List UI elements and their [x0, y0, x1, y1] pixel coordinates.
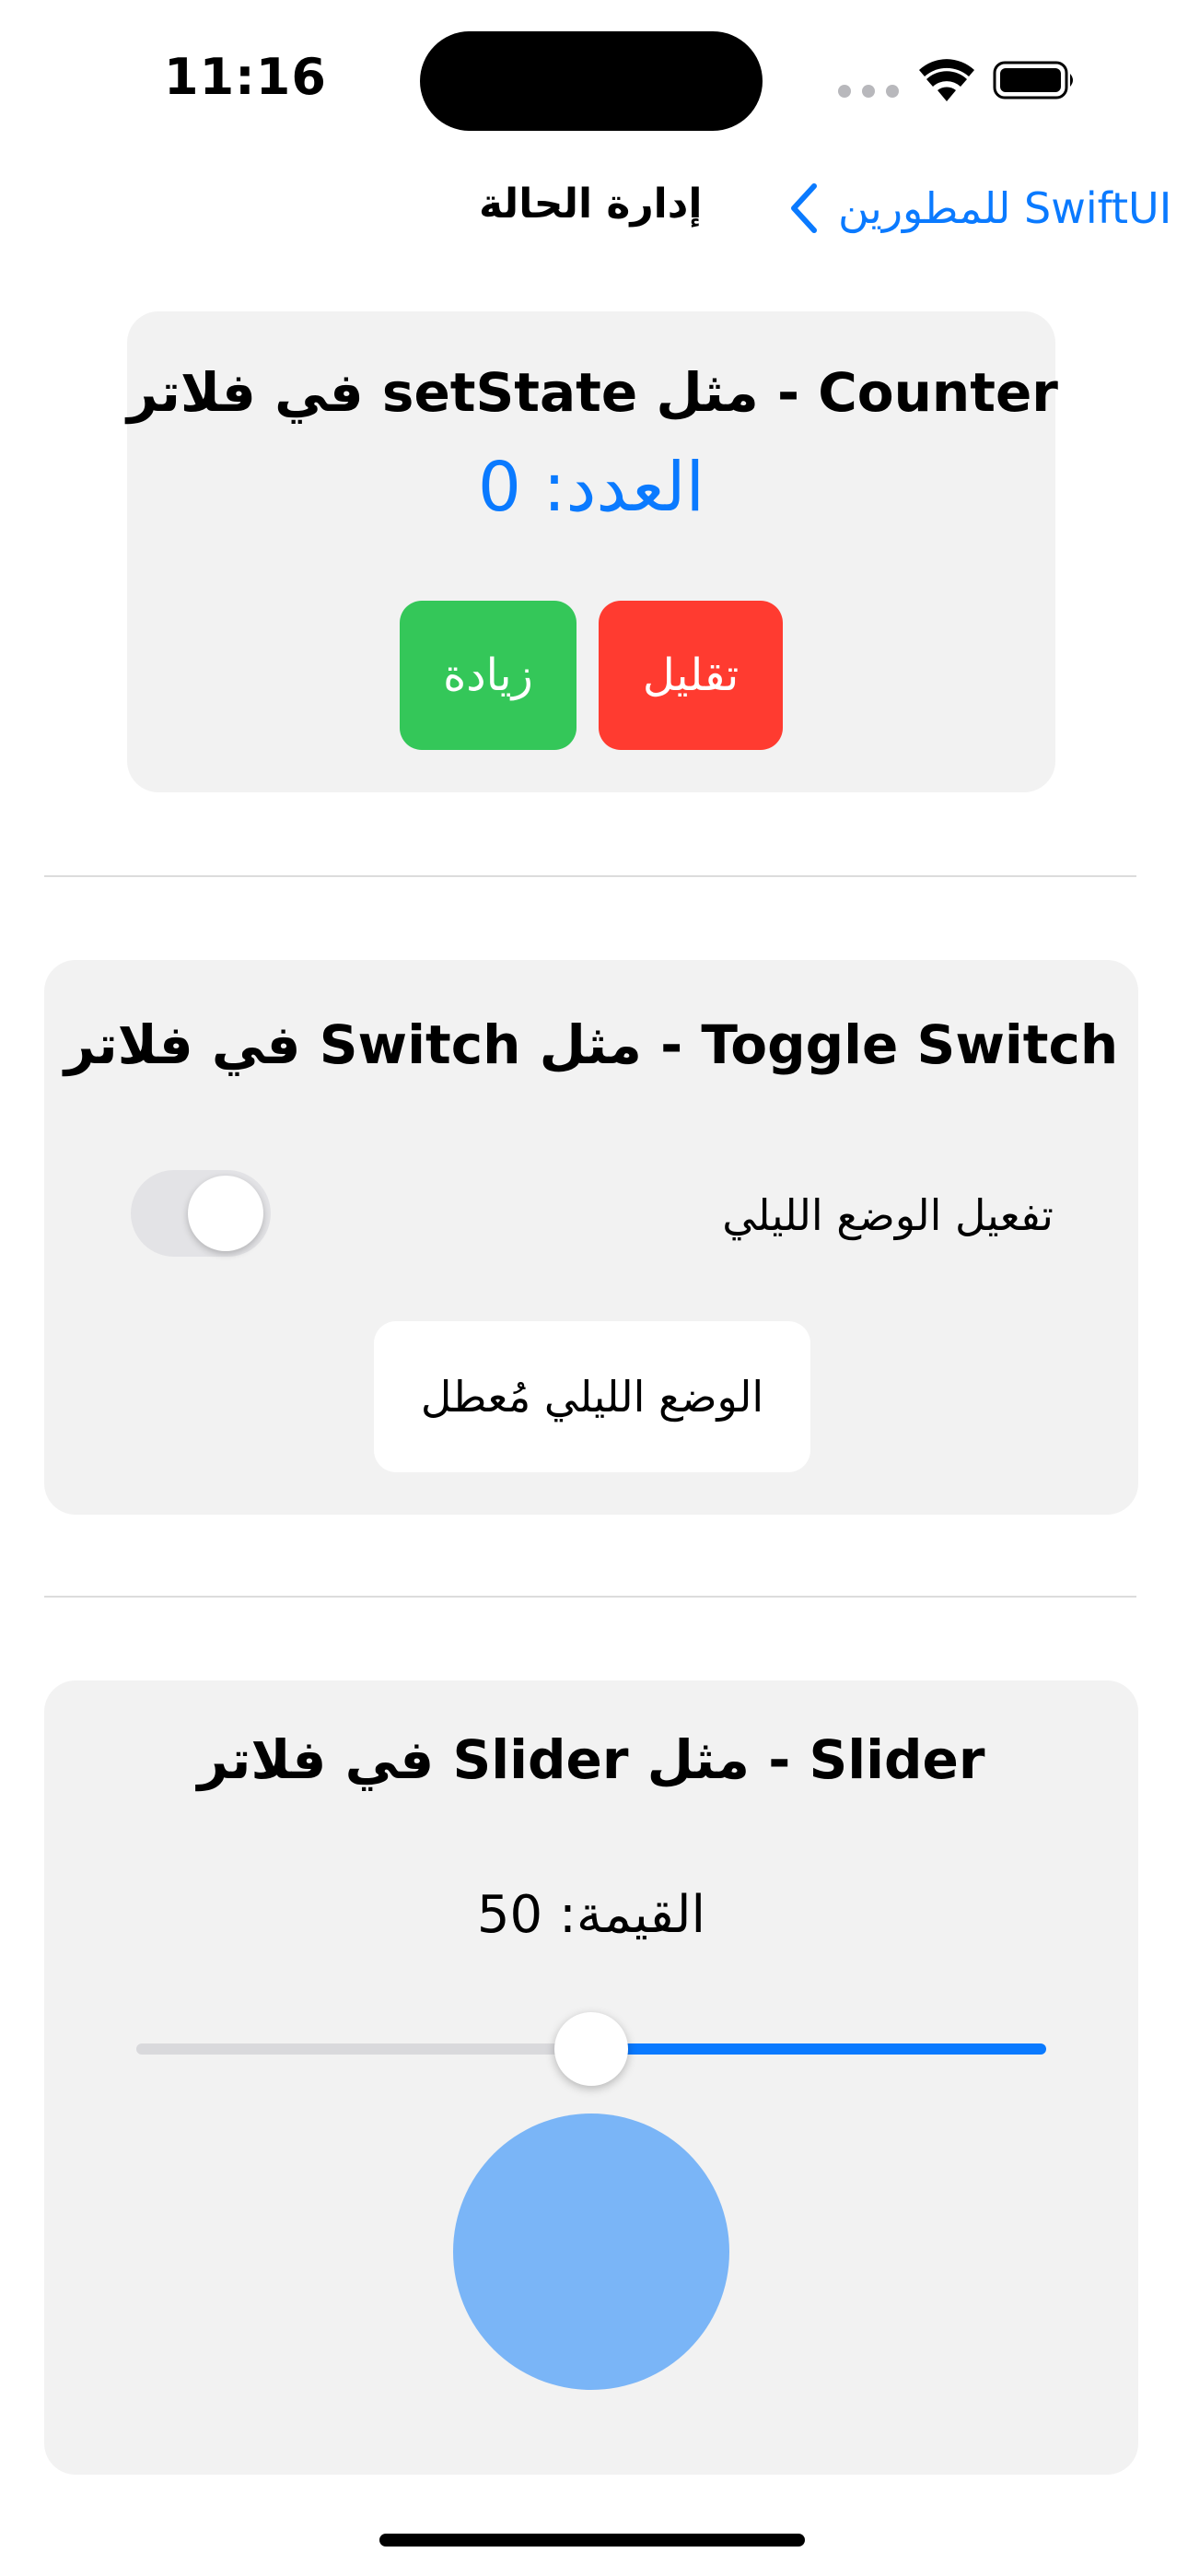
increment-button[interactable]: زيادة — [400, 601, 577, 750]
toggle-knob — [188, 1176, 263, 1251]
counter-card-title: في فلاتر setState مثل - Counter — [127, 361, 1058, 424]
slider-card: في فلاتر Slider مثل - Slider القيمة: 50 — [44, 1680, 1138, 2475]
slider-value-label: القيمة: 50 — [476, 1885, 706, 1945]
battery-icon — [993, 61, 1077, 100]
counter-card: في فلاتر setState مثل - Counter العدد: 0… — [127, 311, 1058, 792]
toggle-card: في فلاتر Switch مثل - Toggle Switch تفعي… — [44, 960, 1138, 1515]
back-button-label: للمطورين SwiftUI — [838, 183, 1172, 233]
divider — [44, 875, 1136, 877]
slider-thumb[interactable] — [554, 2012, 628, 2086]
slider-card-title: في فلاتر Slider مثل - Slider — [197, 1728, 985, 1791]
divider — [44, 1596, 1136, 1598]
slider-track-filled[interactable] — [586, 2043, 1046, 2055]
dynamic-island — [420, 31, 763, 131]
dark-mode-toggle[interactable] — [131, 1170, 271, 1257]
wifi-icon — [919, 59, 974, 103]
decrement-button[interactable]: تقليل — [599, 601, 783, 750]
back-button[interactable]: للمطورين SwiftUI — [788, 181, 1171, 236]
cellular-dots-icon — [838, 85, 899, 98]
dark-mode-toggle-label: تفعيل الوضع الليلي — [722, 1190, 1054, 1240]
dark-mode-status: الوضع الليلي مُعطل — [374, 1321, 810, 1472]
counter-value: العدد: 0 — [477, 448, 705, 527]
preview-circle — [453, 2113, 729, 2390]
status-time: 11:16 — [164, 48, 327, 106]
chevron-left-icon — [791, 183, 817, 233]
home-indicator — [379, 2534, 805, 2547]
toggle-card-title: في فلاتر Switch مثل - Toggle Switch — [64, 1013, 1119, 1076]
page-title: إدارة الحالة — [479, 181, 703, 228]
